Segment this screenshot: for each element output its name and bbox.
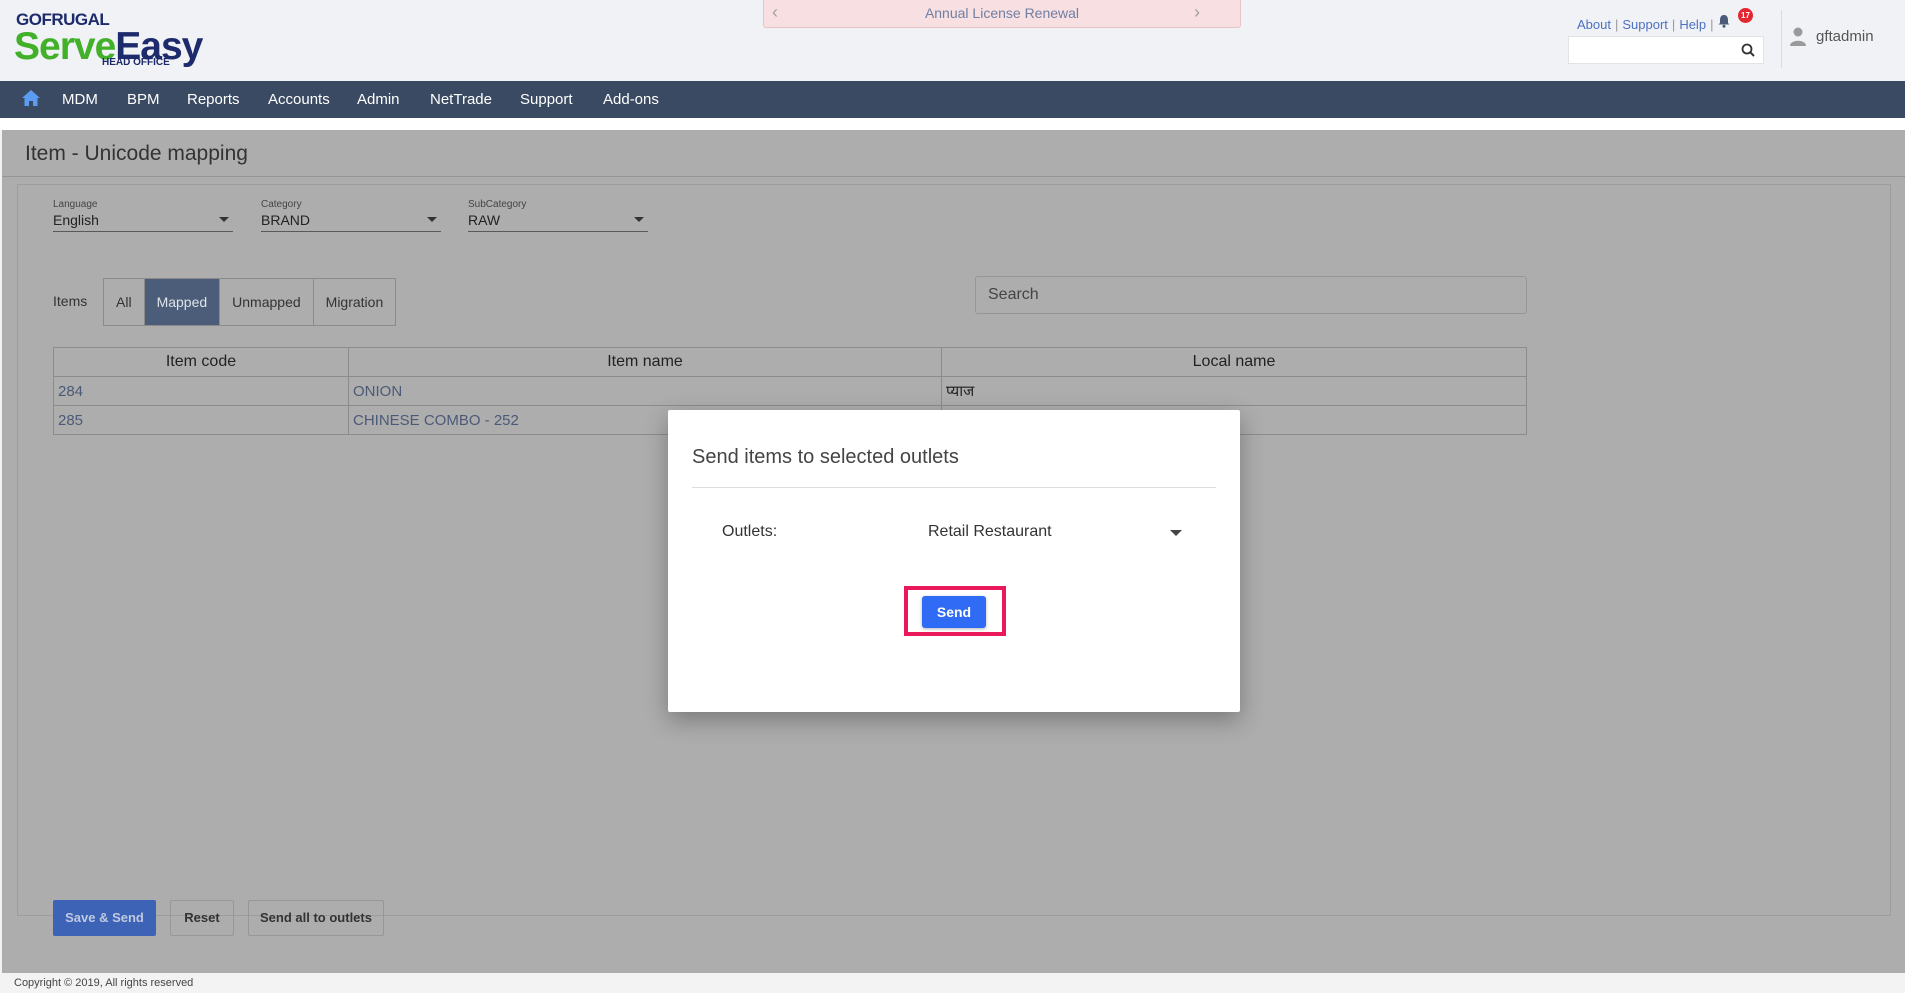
caret-down-icon [634, 217, 644, 222]
top-header: GOFRUGAL ServeEasy HEAD OFFICE ‹ Annual … [0, 0, 1905, 81]
category-value: BRAND [261, 212, 311, 228]
send-outlets-dialog: Send items to selected outlets Outlets: … [668, 410, 1240, 712]
dialog-divider [692, 487, 1216, 488]
main-nav: MDM BPM Reports Accounts Admin NetTrade … [0, 81, 1905, 118]
send-button[interactable]: Send [922, 596, 986, 628]
support-link[interactable]: Support [1622, 17, 1668, 32]
subcategory-label: SubCategory [468, 199, 527, 210]
tab-unmapped[interactable]: Unmapped [220, 279, 314, 325]
footer: Copyright © 2019, All rights reserved [0, 973, 1905, 993]
reset-button[interactable]: Reset [170, 900, 234, 936]
logo-subtitle: HEAD OFFICE [102, 57, 170, 68]
bell-icon[interactable] [1717, 14, 1731, 28]
column-header-item-name[interactable]: Item name [348, 347, 942, 377]
item-code-cell: 284 [53, 376, 349, 406]
outlets-select[interactable]: Retail Restaurant [928, 523, 1194, 541]
license-renewal-banner[interactable]: ‹ Annual License Renewal › [763, 0, 1241, 28]
language-label: Language [53, 199, 98, 210]
user-menu[interactable]: gftadmin [1790, 27, 1874, 47]
help-link[interactable]: Help [1679, 17, 1706, 32]
local-name-cell[interactable]: प्याज [941, 376, 1527, 406]
page-title: Item - Unicode mapping [25, 142, 248, 165]
about-link[interactable]: About [1577, 17, 1611, 32]
nav-item-addons[interactable]: Add-ons [603, 91, 659, 108]
nav-item-admin[interactable]: Admin [357, 91, 400, 108]
chevron-right-icon[interactable]: › [1194, 2, 1200, 23]
caret-down-icon [427, 217, 437, 222]
notification-badge: 17 [1738, 8, 1753, 23]
caret-down-icon [219, 217, 229, 222]
user-icon [1790, 27, 1806, 46]
column-header-local-name[interactable]: Local name [941, 347, 1527, 377]
search-placeholder: Search [988, 286, 1039, 303]
subcategory-value: RAW [468, 212, 501, 228]
language-value: English [53, 212, 99, 228]
nav-item-reports[interactable]: Reports [187, 91, 240, 108]
nav-item-support[interactable]: Support [520, 91, 573, 108]
nav-item-bpm[interactable]: BPM [127, 91, 160, 108]
renewal-text[interactable]: Annual License Renewal [764, 5, 1240, 21]
global-search-input[interactable] [1568, 36, 1764, 64]
language-select[interactable]: Language English [53, 199, 233, 232]
home-icon[interactable] [21, 89, 41, 107]
category-label: Category [261, 199, 302, 210]
table-row[interactable]: 284 ONION प्याज [53, 376, 1527, 406]
items-label: Items [53, 293, 88, 309]
copyright-text: Copyright © 2019, All rights reserved [14, 977, 194, 989]
username: gftadmin [1816, 27, 1874, 45]
item-code-cell: 285 [53, 405, 349, 435]
nav-item-mdm[interactable]: MDM [62, 91, 98, 108]
caret-down-icon[interactable] [1170, 530, 1182, 536]
tab-migration[interactable]: Migration [314, 279, 396, 325]
item-search-input[interactable]: Search [975, 276, 1527, 314]
subcategory-select[interactable]: SubCategory RAW [468, 199, 648, 232]
outlets-label: Outlets: [722, 523, 778, 540]
item-name-cell: ONION [348, 376, 942, 406]
send-all-outlets-button[interactable]: Send all to outlets [248, 900, 384, 936]
nav-item-accounts[interactable]: Accounts [268, 91, 330, 108]
tab-mapped[interactable]: Mapped [144, 279, 221, 325]
save-send-button[interactable]: Save & Send [53, 900, 156, 936]
search-icon[interactable] [1741, 43, 1755, 57]
item-filter-tabs: All Mapped Unmapped Migration [103, 278, 397, 326]
category-select[interactable]: Category BRAND [261, 199, 441, 232]
serveeasy-logo[interactable]: GOFRUGAL ServeEasy HEAD OFFICE [14, 9, 214, 71]
nav-item-nettrade[interactable]: NetTrade [430, 91, 492, 108]
nav-spacer [0, 118, 1905, 130]
dialog-title: Send items to selected outlets [692, 446, 959, 468]
tab-all[interactable]: All [104, 279, 145, 325]
page-header: Item - Unicode mapping [2, 130, 1905, 177]
header-divider [1781, 10, 1782, 68]
column-header-item-code[interactable]: Item code [53, 347, 349, 377]
top-links: About | Support | Help | [1577, 17, 1714, 32]
